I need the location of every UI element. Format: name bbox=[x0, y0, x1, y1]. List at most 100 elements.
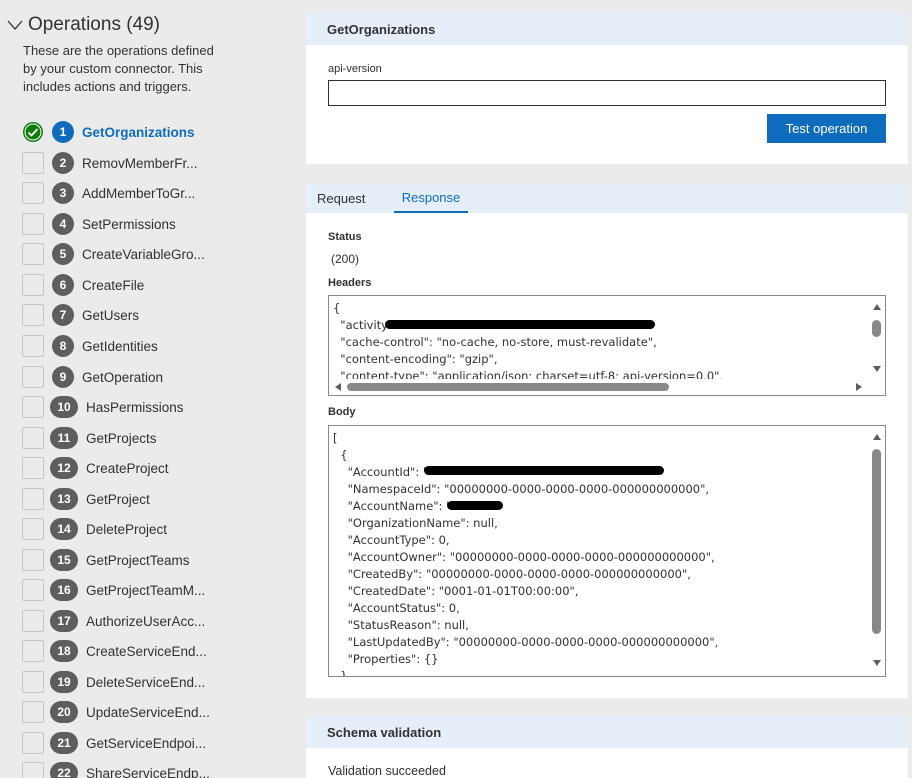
scroll-right-icon[interactable] bbox=[856, 383, 862, 391]
operations-title: Operations (49) bbox=[28, 14, 161, 35]
operation-item[interactable]: 12 CreateProject bbox=[22, 456, 169, 480]
status-value: (200) bbox=[331, 252, 360, 266]
status-checkbox bbox=[22, 671, 44, 693]
tab-request[interactable]: Request bbox=[317, 184, 365, 213]
operation-number-badge: 20 bbox=[50, 701, 78, 723]
operation-item[interactable]: 5 CreateVariableGro... bbox=[22, 242, 205, 266]
redaction-mark bbox=[447, 501, 503, 510]
operation-label: UpdateServiceEnd... bbox=[86, 704, 210, 720]
operation-panel: GetOrganizations api-version Test operat… bbox=[306, 13, 908, 164]
scrollbar-thumb[interactable] bbox=[872, 320, 881, 337]
operation-item[interactable]: 16 GetProjectTeamM... bbox=[22, 578, 205, 602]
headers-textbox[interactable]: { "activityid": "a "cache-control": "no-… bbox=[328, 295, 886, 396]
operation-number-badge: 1 bbox=[52, 121, 74, 143]
code-line: "StatusReason": null, bbox=[333, 618, 469, 632]
status-checkbox bbox=[22, 335, 44, 357]
scroll-down-icon[interactable] bbox=[873, 366, 881, 372]
headers-label: Headers bbox=[328, 277, 372, 289]
operation-number-badge: 10 bbox=[50, 396, 78, 418]
status-checkbox bbox=[22, 549, 44, 571]
operation-item[interactable]: 1 GetOrganizations bbox=[22, 120, 195, 144]
code-line: "CreatedDate": "0001-01-01T00:00:00", bbox=[333, 584, 579, 598]
operation-item[interactable]: 13 GetProject bbox=[22, 487, 150, 511]
status-checkbox bbox=[22, 213, 44, 235]
status-checkbox bbox=[22, 396, 44, 418]
operation-label: CreateProject bbox=[86, 460, 169, 476]
code-line: { bbox=[333, 301, 341, 315]
test-operation-button[interactable]: Test operation bbox=[767, 114, 886, 143]
operation-item[interactable]: 14 DeleteProject bbox=[22, 517, 167, 541]
code-line: "AccountType": 0, bbox=[333, 533, 450, 547]
operation-item[interactable]: 2 RemovMemberFr... bbox=[22, 151, 198, 175]
operation-item[interactable]: 15 GetProjectTeams bbox=[22, 548, 190, 572]
status-checkbox bbox=[22, 366, 44, 388]
scroll-up-icon[interactable] bbox=[873, 434, 881, 440]
operation-item[interactable]: 17 AuthorizeUserAcc... bbox=[22, 609, 205, 633]
operation-number-badge: 6 bbox=[52, 274, 74, 296]
tab-response[interactable]: Response bbox=[394, 184, 468, 213]
redaction-mark bbox=[424, 466, 664, 475]
operation-number-badge: 11 bbox=[50, 427, 78, 449]
operation-number-badge: 12 bbox=[50, 457, 78, 479]
scroll-left-icon[interactable] bbox=[335, 383, 341, 391]
status-label: Status bbox=[328, 231, 362, 243]
scroll-down-icon[interactable] bbox=[873, 660, 881, 666]
operation-item[interactable]: 8 GetIdentities bbox=[22, 334, 158, 358]
status-checkbox bbox=[22, 304, 44, 326]
status-checkbox bbox=[22, 427, 44, 449]
operation-label: AddMemberToGr... bbox=[82, 185, 196, 201]
redaction-mark bbox=[385, 320, 655, 329]
operation-item[interactable]: 11 GetProjects bbox=[22, 426, 157, 450]
operation-number-badge: 19 bbox=[50, 671, 78, 693]
operation-label: ShareServiceEndp... bbox=[86, 765, 210, 778]
scrollbar-thumb[interactable] bbox=[347, 383, 669, 391]
operation-label: GetProjects bbox=[86, 430, 157, 446]
operation-item[interactable]: 3 AddMemberToGr... bbox=[22, 181, 195, 205]
scroll-up-icon[interactable] bbox=[873, 304, 881, 310]
status-checkbox bbox=[22, 243, 44, 265]
status-checkbox bbox=[22, 701, 44, 723]
status-checkbox bbox=[22, 274, 44, 296]
operation-item[interactable]: 9 GetOperation bbox=[22, 365, 163, 389]
code-line: "OrganizationName": null, bbox=[333, 516, 498, 530]
body-vertical-scrollbar[interactable] bbox=[869, 426, 885, 676]
status-checkbox bbox=[22, 152, 44, 174]
api-version-input[interactable] bbox=[328, 80, 886, 106]
status-checkbox bbox=[22, 457, 44, 479]
operation-item[interactable]: 18 CreateServiceEnd... bbox=[22, 639, 207, 663]
operation-item[interactable]: 4 SetPermissions bbox=[22, 212, 176, 236]
operation-label: GetOperation bbox=[82, 369, 164, 385]
operation-label: GetProjectTeamM... bbox=[86, 582, 206, 598]
validation-result: Validation succeeded bbox=[328, 764, 446, 778]
operation-label: DeleteServiceEnd... bbox=[86, 674, 206, 690]
operation-label: CreateServiceEnd... bbox=[86, 643, 207, 659]
operation-number-badge: 17 bbox=[50, 610, 78, 632]
operation-number-badge: 8 bbox=[52, 335, 74, 357]
scrollbar-thumb[interactable] bbox=[872, 449, 881, 634]
operation-label: CreateFile bbox=[82, 277, 145, 293]
operation-number-badge: 4 bbox=[52, 213, 74, 235]
operation-item[interactable]: 7 GetUsers bbox=[22, 303, 139, 327]
operation-item[interactable]: 21 GetServiceEndpoi... bbox=[22, 731, 206, 755]
operation-number-badge: 18 bbox=[50, 640, 78, 662]
operation-item[interactable]: 22 ShareServiceEndp... bbox=[22, 761, 210, 778]
operation-number-badge: 14 bbox=[50, 518, 78, 540]
operation-item[interactable]: 6 CreateFile bbox=[22, 273, 144, 297]
operation-item[interactable]: 10 HasPermissions bbox=[22, 395, 184, 419]
code-line: "AccountOwner": "00000000-0000-0000-0000… bbox=[333, 550, 715, 564]
operation-number-badge: 16 bbox=[50, 579, 78, 601]
status-checkbox bbox=[22, 518, 44, 540]
headers-horizontal-scrollbar[interactable] bbox=[329, 379, 869, 395]
headers-vertical-scrollbar[interactable] bbox=[869, 296, 885, 381]
operation-label: DeleteProject bbox=[86, 521, 168, 537]
body-textbox[interactable]: [ { "AccountId": " "NamespaceId": "00000… bbox=[328, 425, 886, 677]
operation-item[interactable]: 19 DeleteServiceEnd... bbox=[22, 670, 205, 694]
response-tabs: Request Response bbox=[306, 184, 908, 213]
check-icon bbox=[22, 121, 44, 143]
operation-number-badge: 2 bbox=[52, 152, 74, 174]
code-line: "CreatedBy": "00000000-0000-0000-0000-00… bbox=[333, 567, 691, 581]
response-panel: Request Response Status (200) Headers { … bbox=[306, 184, 908, 698]
operation-item[interactable]: 20 UpdateServiceEnd... bbox=[22, 700, 210, 724]
operations-toggle[interactable]: Operations (49) bbox=[6, 13, 160, 37]
operation-number-badge: 21 bbox=[50, 732, 78, 754]
